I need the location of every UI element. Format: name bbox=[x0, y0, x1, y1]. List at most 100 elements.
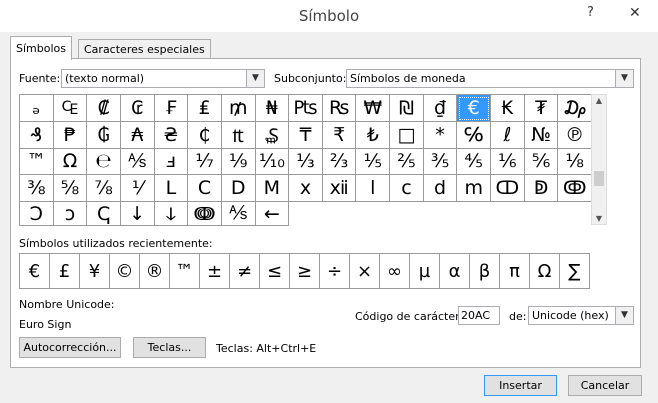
symbol-cell[interactable]: ⅒ bbox=[255, 148, 290, 176]
help-icon[interactable]: ? bbox=[587, 5, 594, 20]
symbol-cell[interactable]: ↁ bbox=[524, 175, 559, 202]
symbol-cell[interactable]: ₵ bbox=[188, 121, 222, 149]
font-select[interactable]: (texto normal) ▼ bbox=[61, 69, 265, 88]
symbol-cell[interactable]: ↆ bbox=[154, 202, 189, 226]
symbol-cell[interactable]: * bbox=[423, 121, 458, 149]
symbol-cell[interactable]: ↂ bbox=[558, 175, 592, 202]
recent-symbol-cell[interactable]: π bbox=[500, 254, 530, 289]
symbol-cell[interactable]: ₷ bbox=[255, 121, 290, 149]
symbol-cell[interactable]: ₭ bbox=[491, 95, 525, 122]
recent-symbol-cell[interactable]: € bbox=[20, 254, 50, 289]
char-code-input[interactable]: 20AC bbox=[458, 306, 500, 325]
symbol-cell[interactable]: ⅜ bbox=[20, 175, 54, 202]
recent-symbol-cell[interactable]: ∑ bbox=[560, 254, 590, 289]
symbol-cell[interactable]: ₴ bbox=[154, 121, 189, 149]
symbol-cell[interactable]: ↈ bbox=[188, 202, 222, 226]
scrollbar-thumb[interactable] bbox=[594, 171, 604, 186]
recent-symbol-cell[interactable]: α bbox=[440, 254, 470, 289]
symbol-cell[interactable]: ℮ bbox=[87, 148, 121, 176]
symbol-cell[interactable]: Ⅽ bbox=[188, 175, 222, 202]
symbol-cell[interactable]: ₺ bbox=[356, 121, 391, 149]
symbol-cell[interactable]: ⅍ bbox=[120, 148, 155, 176]
symbol-cell[interactable]: ₦ bbox=[255, 95, 290, 122]
symbol-cell[interactable]: ⅛ bbox=[558, 148, 592, 176]
symbol-cell[interactable]: ↄ bbox=[53, 202, 88, 226]
chevron-down-icon[interactable]: ▼ bbox=[246, 70, 264, 87]
scroll-down-icon[interactable]: ▼ bbox=[592, 214, 606, 223]
symbol-cell[interactable]: ⅓ bbox=[289, 148, 323, 176]
recent-symbol-cell[interactable]: µ bbox=[410, 254, 440, 289]
symbol-cell[interactable]: ⅟ bbox=[120, 175, 155, 202]
symbol-cell[interactable]: ₱ bbox=[53, 121, 88, 149]
symbol-cell[interactable]: ⅙ bbox=[491, 148, 525, 176]
symbol-cell[interactable]: ₰ bbox=[20, 121, 54, 149]
autocorrect-button[interactable]: Autocorrección... bbox=[19, 337, 121, 358]
subset-select[interactable]: Símbolos de moneda ▼ bbox=[346, 69, 634, 88]
symbol-cell[interactable]: ₥ bbox=[221, 95, 256, 122]
symbol-cell[interactable]: Ↄ bbox=[20, 202, 54, 226]
symbol-cell[interactable]: Ⅿ bbox=[255, 175, 290, 202]
symbol-cell[interactable]: ⅽ bbox=[390, 175, 424, 202]
chevron-down-icon[interactable]: ▼ bbox=[615, 307, 633, 324]
symbol-cell[interactable]: ₸ bbox=[289, 121, 323, 149]
symbol-cell[interactable]: □ bbox=[390, 121, 424, 149]
recent-symbol-cell[interactable]: ≠ bbox=[230, 254, 260, 289]
recent-symbol-cell[interactable]: £ bbox=[50, 254, 80, 289]
symbol-cell[interactable]: ⅍ bbox=[221, 202, 256, 226]
symbol-cell[interactable]: ₣ bbox=[154, 95, 189, 122]
symbol-cell[interactable]: ₔ bbox=[20, 95, 54, 122]
symbol-cell[interactable]: ⅚ bbox=[524, 148, 559, 176]
symbol-cell[interactable]: Ⅾ bbox=[221, 175, 256, 202]
symbol-cell[interactable]: ⅐ bbox=[188, 148, 222, 176]
symbol-cell[interactable]: ⅎ bbox=[154, 148, 189, 176]
symbol-cell[interactable]: ⅼ bbox=[356, 175, 391, 202]
symbol-cell[interactable]: ⅻ bbox=[322, 175, 357, 202]
insert-button[interactable]: Insertar bbox=[484, 375, 557, 396]
chevron-down-icon[interactable]: ▼ bbox=[615, 70, 633, 87]
symbol-cell[interactable]: № bbox=[524, 121, 559, 149]
symbol-cell[interactable]: ℅ bbox=[457, 121, 492, 149]
symbol-cell[interactable]: ₢ bbox=[120, 95, 155, 122]
symbol-cell[interactable]: ₤ bbox=[188, 95, 222, 122]
symbol-cell[interactable]: ⅑ bbox=[221, 148, 256, 176]
symbol-cell[interactable]: ⅾ bbox=[423, 175, 458, 202]
cancel-button[interactable]: Cancelar bbox=[568, 375, 642, 396]
recent-symbol-cell[interactable]: × bbox=[350, 254, 380, 289]
symbol-grid[interactable]: ₔ ₠ ₡ ₢ ₣ ₤ ₥ ₦ ₧ ₨ ₩ ₪ ₫ € ₭ ₮ ₯ ₰ ₱ ₲ ₳ ₴ ₵ ₶ ₷ ₸ ₹ ₺ □ * ℅ ℓ № ℗ ™ Ω ℮ ⅍ ⅎ ⅐… bbox=[19, 94, 592, 226]
symbol-cell[interactable]: ⅔ bbox=[322, 148, 357, 176]
symbol-cell[interactable]: ™ bbox=[20, 148, 54, 176]
from-select[interactable]: Unicode (hex) ▼ bbox=[528, 306, 634, 325]
symbol-cell[interactable]: ₪ bbox=[390, 95, 424, 122]
symbol-cell[interactable]: ₯ bbox=[558, 95, 592, 122]
symbol-cell[interactable]: Ω bbox=[53, 148, 88, 176]
symbol-cell[interactable]: € bbox=[457, 95, 492, 122]
symbol-cell[interactable]: ₩ bbox=[356, 95, 391, 122]
symbol-cell[interactable]: ₳ bbox=[120, 121, 155, 149]
recent-symbol-cell[interactable]: ≥ bbox=[290, 254, 320, 289]
recent-symbol-cell[interactable]: ¥ bbox=[80, 254, 110, 289]
recent-symbol-cell[interactable]: ± bbox=[200, 254, 230, 289]
symbol-cell[interactable]: ₨ bbox=[322, 95, 357, 122]
recent-symbol-cell[interactable]: ™ bbox=[170, 254, 200, 289]
symbol-cell[interactable]: ⅘ bbox=[457, 148, 492, 176]
symbol-cell[interactable]: ⅹ bbox=[289, 175, 323, 202]
recent-symbol-cell[interactable]: ∞ bbox=[380, 254, 410, 289]
symbol-cell[interactable]: ₹ bbox=[322, 121, 357, 149]
tab-special-characters[interactable]: Caracteres especiales bbox=[78, 39, 211, 59]
recent-symbol-cell[interactable]: ≤ bbox=[260, 254, 290, 289]
symbol-cell[interactable]: ℓ bbox=[491, 121, 525, 149]
symbol-cell[interactable]: ₲ bbox=[87, 121, 121, 149]
close-icon[interactable]: ✕ bbox=[629, 5, 641, 21]
symbol-cell[interactable]: ⅿ bbox=[457, 175, 492, 202]
symbol-cell[interactable]: ⅕ bbox=[356, 148, 391, 176]
symbol-cell[interactable]: ₡ bbox=[87, 95, 121, 122]
tab-symbols[interactable]: Símbolos bbox=[10, 36, 72, 60]
symbol-cell[interactable]: ₶ bbox=[221, 121, 256, 149]
recent-symbol-cell[interactable]: ÷ bbox=[320, 254, 350, 289]
recent-symbols-grid[interactable]: € £ ¥ © ® ™ ± ≠ ≤ ≥ ÷ × ∞ µ α β π Ω ∑ bbox=[19, 253, 590, 289]
symbol-cell[interactable]: ↀ bbox=[491, 175, 525, 202]
symbol-cell[interactable]: ℗ bbox=[558, 121, 592, 149]
symbol-grid-scrollbar[interactable]: ▲ ▼ bbox=[591, 94, 607, 225]
symbol-cell[interactable]: ↓ bbox=[120, 202, 155, 226]
keys-button[interactable]: Teclas... bbox=[133, 337, 206, 358]
